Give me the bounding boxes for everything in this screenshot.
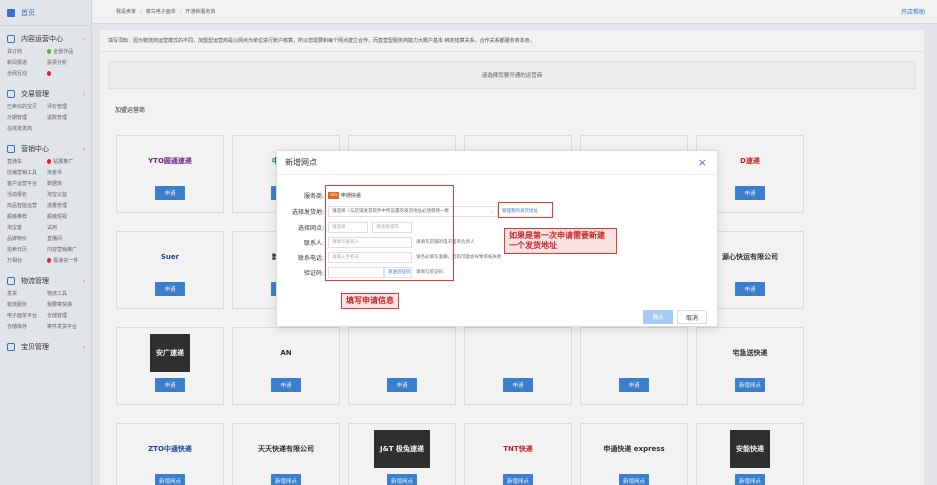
form-highlight-box [325,185,454,281]
close-icon[interactable]: × [698,156,707,169]
code-label: 验证码: [303,269,324,277]
chevron-down-icon: ⌄ [490,208,494,214]
fill-info-callout: 填写申请信息 [341,293,399,309]
provider-label: 服务商: [303,192,324,200]
dialog-header: 新增网点 × [277,151,717,175]
confirm-button[interactable]: 确认 [643,310,673,324]
address-label: 选择发货地: [291,208,324,216]
address-link-highlight [498,202,553,218]
phone-label: 联系电话: [297,254,324,262]
dialog-footer: 确认 取消 [643,310,707,324]
first-time-callout: 如果是第一次申请需要新建一个发货地址 [504,228,617,254]
branch-label: 选择网点: [297,224,324,232]
contact-label: 联系人: [303,239,324,247]
add-branch-dialog: 新增网点 × 服务商: sto 申通快递 选择发货地: 请选择（与店铺发货软件中… [276,150,718,327]
cancel-button[interactable]: 取消 [677,310,707,324]
dialog-title: 新增网点 [285,158,317,167]
